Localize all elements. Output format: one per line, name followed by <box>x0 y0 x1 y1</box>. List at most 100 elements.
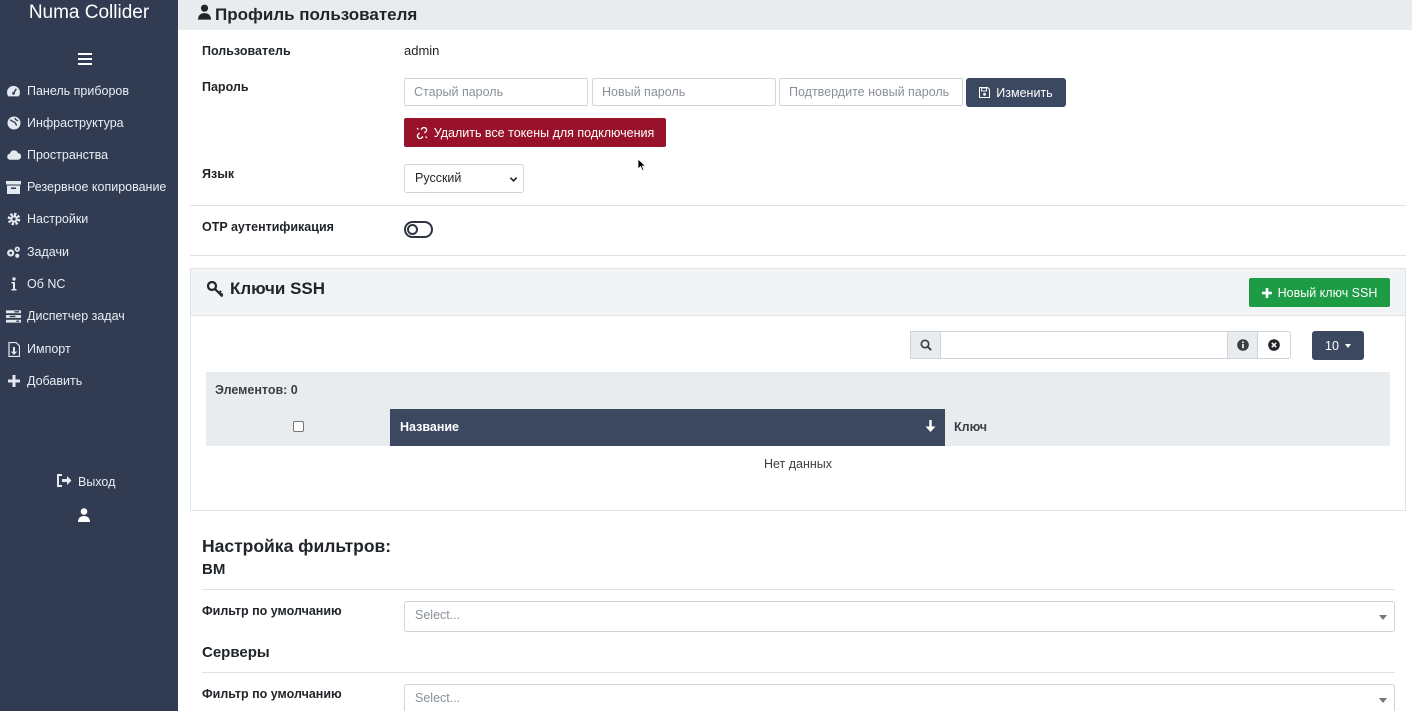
otp-label: OTP аутентификация <box>202 220 334 234</box>
sidebar-item-spaces[interactable]: Пространства <box>0 142 178 168</box>
empty-table-message: Нет данных <box>763 457 833 471</box>
sidebar: Numa Collider Панель приборов Инфраструк… <box>0 0 178 711</box>
sidebar-item-label: Добавить <box>27 374 83 388</box>
password-label: Пароль <box>202 80 249 94</box>
menu-toggle-icon[interactable] <box>78 53 92 65</box>
sidebar-item-label: Импорт <box>27 342 71 356</box>
sidebar-item-label: Панель приборов <box>27 84 130 98</box>
divider <box>190 205 1406 206</box>
column-header-key[interactable]: Ключ <box>945 409 1390 446</box>
search-input[interactable] <box>941 331 1227 359</box>
new-ssh-key-label: Новый ключ SSH <box>1277 285 1378 300</box>
gear-icon <box>6 212 21 227</box>
vm-section-title: ВМ <box>202 561 226 578</box>
sidebar-item-tasks[interactable]: Задачи <box>0 239 178 265</box>
sidebar-item-import[interactable]: Импорт <box>0 336 178 362</box>
change-password-label: Изменить <box>996 85 1053 100</box>
servers-default-filter-label: Фильтр по умолчанию <box>202 687 342 701</box>
change-password-button[interactable]: Изменить <box>966 78 1066 107</box>
ssh-keys-title: Ключи SSH <box>207 279 325 299</box>
page-size-dropdown[interactable]: 10 <box>1312 331 1364 360</box>
page-title: Профиль пользователя <box>198 4 417 25</box>
sidebar-item-label: Пространства <box>27 148 109 162</box>
sidebar-item-label: Об NC <box>27 277 66 291</box>
app-title: Numa Collider <box>28 2 150 23</box>
column-key-label: Ключ <box>954 420 988 434</box>
ssh-keys-title-text: Ключи SSH <box>230 279 326 298</box>
app-root: Numa Collider Панель приборов Инфраструк… <box>0 0 1412 711</box>
servers-default-filter-select[interactable]: Select... <box>404 684 1395 711</box>
mouse-cursor-icon <box>637 158 647 175</box>
sidebar-item-label: Настройки <box>27 212 89 226</box>
servers-section-title: Серверы <box>202 644 270 661</box>
ssh-search-group <box>910 331 1291 359</box>
column-header-name[interactable]: Название <box>390 409 945 446</box>
sidebar-item-label: Инфраструктура <box>27 116 124 130</box>
plus-icon <box>1261 287 1272 298</box>
sort-down-icon <box>925 420 936 436</box>
language-label: Язык <box>202 167 235 181</box>
user-label: Пользователь <box>202 44 291 58</box>
toggle-knob <box>407 224 418 235</box>
user-icon[interactable] <box>78 508 92 524</box>
caret-down-icon <box>1344 343 1351 348</box>
caret-down-icon <box>1379 698 1387 703</box>
sidebar-item-task-manager[interactable]: Диспетчер задач <box>0 303 178 329</box>
sidebar-item-label: Резервное копирование <box>27 180 167 194</box>
cloud-icon <box>6 148 21 163</box>
sidebar-item-about[interactable]: Об NC <box>0 271 178 297</box>
sidebar-item-add[interactable]: Добавить <box>0 368 178 394</box>
ssh-keys-header <box>191 269 1405 316</box>
column-name-label: Название <box>400 420 460 434</box>
delete-tokens-button[interactable]: Удалить все токены для подключения <box>404 118 666 147</box>
tasks-icon <box>6 309 21 324</box>
plus-icon <box>6 374 21 389</box>
user-icon <box>198 4 215 25</box>
save-icon <box>979 87 991 98</box>
logout-button[interactable]: Выход <box>56 474 115 490</box>
new-ssh-key-button[interactable]: Новый ключ SSH <box>1249 278 1390 307</box>
clear-search-icon[interactable] <box>1258 331 1291 359</box>
vm-default-filter-placeholder: Select... <box>415 608 461 622</box>
user-value: admin <box>404 43 440 58</box>
sidebar-item-infrastructure[interactable]: Инфраструктура <box>0 110 178 136</box>
page-size-value: 10 <box>1325 338 1339 353</box>
dashboard-icon <box>6 84 21 99</box>
select-all-checkbox[interactable] <box>293 421 304 432</box>
vm-default-filter-label: Фильтр по умолчанию <box>202 604 342 618</box>
sidebar-item-dashboard[interactable]: Панель приборов <box>0 78 178 104</box>
items-count: Элементов: 0 <box>215 383 298 397</box>
language-value: Русский <box>415 171 462 185</box>
page-title-text: Профиль пользователя <box>215 4 418 24</box>
caret-down-icon <box>1379 615 1387 620</box>
unlink-icon <box>416 126 428 139</box>
key-icon <box>207 280 230 298</box>
sign-out-icon <box>56 474 72 490</box>
divider <box>202 589 1395 590</box>
divider <box>202 672 1395 673</box>
sidebar-item-label: Диспетчер задач <box>27 309 125 323</box>
archive-icon <box>6 180 21 195</box>
gears-icon <box>6 245 21 260</box>
filters-title: Настройка фильтров: <box>202 536 392 556</box>
search-icon <box>910 331 941 359</box>
new-password-input[interactable]: Новый пароль <box>592 78 776 106</box>
info-icon[interactable] <box>1227 331 1258 359</box>
servers-default-filter-placeholder: Select... <box>415 691 461 705</box>
table-toolbar <box>206 372 1390 409</box>
language-select[interactable]: Русский <box>404 164 524 193</box>
confirm-password-input[interactable]: Подтвердите новый пароль <box>779 78 963 106</box>
globe-icon <box>6 116 21 131</box>
chevron-down-icon <box>509 173 518 187</box>
sidebar-item-settings[interactable]: Настройки <box>0 206 178 232</box>
import-icon <box>6 341 21 357</box>
divider <box>190 255 1406 256</box>
logout-label: Выход <box>78 475 116 489</box>
sidebar-item-backup[interactable]: Резервное копирование <box>0 174 178 200</box>
sidebar-item-label: Задачи <box>27 245 69 259</box>
vm-default-filter-select[interactable]: Select... <box>404 601 1395 632</box>
old-password-input[interactable]: Старый пароль <box>404 78 588 106</box>
delete-tokens-label: Удалить все токены для подключения <box>433 125 655 140</box>
info-icon <box>6 277 21 292</box>
otp-toggle[interactable] <box>404 221 433 238</box>
